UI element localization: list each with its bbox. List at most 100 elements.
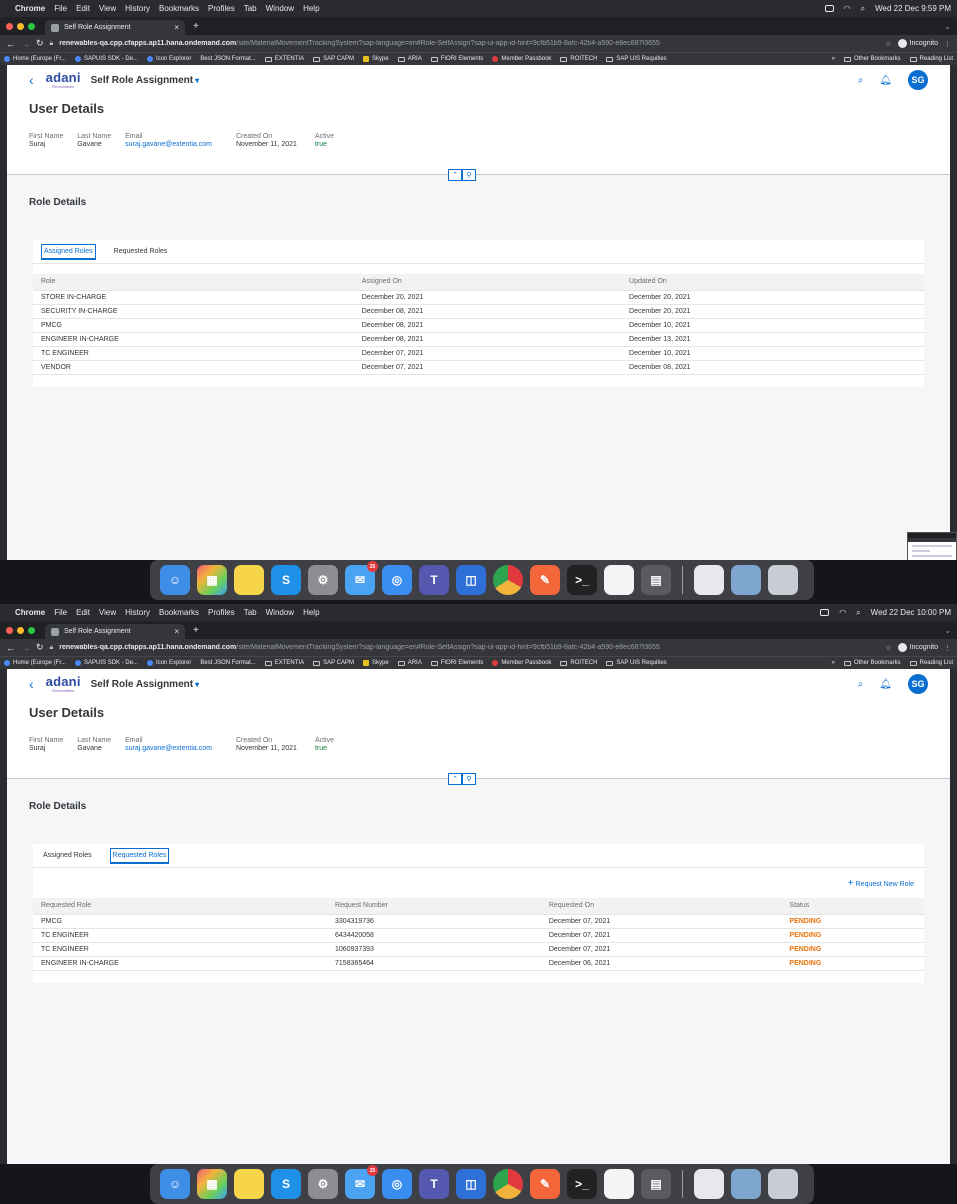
reading-list[interactable]: Reading List bbox=[909, 56, 953, 62]
bookmark-folder[interactable]: FIORI Elements bbox=[430, 56, 483, 62]
tab-requested-roles[interactable]: Requested Roles bbox=[112, 245, 170, 258]
trash-icon[interactable] bbox=[768, 565, 798, 595]
launchpad-icon[interactable]: ▦ bbox=[197, 565, 227, 595]
more-icon[interactable]: ⋮ bbox=[944, 40, 951, 48]
search-icon[interactable]: ⌕ bbox=[858, 75, 864, 86]
back-nav-icon[interactable]: ‹ bbox=[29, 676, 34, 692]
clock[interactable]: Wed 22 Dec 9:59 PM bbox=[875, 4, 951, 13]
back-icon[interactable]: ← bbox=[6, 39, 15, 49]
browser-tab[interactable]: Self Role Assignment × bbox=[45, 20, 185, 35]
menu-file[interactable]: File bbox=[54, 4, 67, 13]
menu-profiles[interactable]: Profiles bbox=[208, 4, 235, 13]
new-tab-button[interactable]: + bbox=[193, 21, 199, 32]
menu-window[interactable]: Window bbox=[266, 608, 294, 617]
calculator-icon[interactable]: ▤ bbox=[641, 565, 671, 595]
notification-bell-icon[interactable]: 🔔︎ bbox=[879, 679, 892, 690]
menu-file[interactable]: File bbox=[54, 608, 67, 617]
postman-icon[interactable]: ✎ bbox=[530, 1169, 560, 1199]
bookmark-folder[interactable]: ROITECH bbox=[560, 56, 597, 62]
terminal-icon[interactable]: >_ bbox=[567, 1169, 597, 1199]
menu-edit[interactable]: Edit bbox=[76, 608, 90, 617]
calculator-icon[interactable]: ▤ bbox=[641, 1169, 671, 1199]
table-row[interactable]: TC ENGINEER December 07, 2021 December 10,… bbox=[33, 346, 924, 361]
menu-chrome[interactable]: Chrome bbox=[15, 608, 45, 617]
mail-icon[interactable]: ✉ 25 bbox=[345, 561, 378, 595]
finder-icon[interactable]: ☺ bbox=[160, 565, 190, 595]
teams-icon[interactable]: T bbox=[419, 565, 449, 595]
collapse-header-icon[interactable]: ⌃ bbox=[448, 773, 462, 785]
bookmark-folder[interactable]: SAP UIS Requities bbox=[606, 56, 667, 62]
url-field[interactable]: renewables-qa.cpp.cfapps.ap11.hana.ondem… bbox=[59, 40, 879, 47]
table-row[interactable]: VENDOR December 07, 2021 December 08, 2021 bbox=[33, 360, 924, 375]
menu-help[interactable]: Help bbox=[303, 4, 319, 13]
back-nav-icon[interactable]: ‹ bbox=[29, 72, 34, 88]
bookmark-folder[interactable]: ARIA bbox=[397, 660, 422, 666]
bookmark-item[interactable]: Skype bbox=[363, 56, 389, 62]
bookmark-folder[interactable]: EXTENTIA bbox=[264, 660, 304, 666]
preview-document-icon[interactable] bbox=[694, 1169, 724, 1199]
virtual-machine-icon[interactable]: ◫ bbox=[456, 1169, 486, 1199]
lock-icon[interactable]: 🔒︎ bbox=[50, 40, 54, 48]
bookmark-item[interactable]: Member Passbook bbox=[492, 660, 551, 666]
virtual-machine-icon[interactable]: ◫ bbox=[456, 565, 486, 595]
preview-document-icon[interactable] bbox=[694, 565, 724, 595]
other-bookmarks[interactable]: Other Bookmarks bbox=[843, 56, 901, 62]
pin-header-icon[interactable]: ⚲ bbox=[462, 169, 476, 181]
tab-requested-roles[interactable]: Requested Roles bbox=[109, 847, 170, 864]
zoom-window-button[interactable] bbox=[28, 22, 35, 30]
table-row[interactable]: STORE IN-CHARGE December 20, 2021 December… bbox=[33, 290, 924, 305]
reload-icon[interactable]: ↻ bbox=[36, 38, 44, 49]
clock[interactable]: Wed 22 Dec 10:00 PM bbox=[871, 608, 951, 617]
tab-assigned-roles[interactable]: Assigned Roles bbox=[41, 849, 94, 862]
minimize-window-button[interactable] bbox=[17, 626, 24, 634]
bookmark-star-icon[interactable]: ☆ bbox=[885, 644, 891, 652]
more-icon[interactable]: ⋮ bbox=[944, 644, 951, 652]
bookmark-folder[interactable]: SAP UIS Requities bbox=[606, 660, 667, 666]
table-row[interactable]: PMCG 3304319736 December 07, 2021 PENDING bbox=[33, 914, 924, 929]
menu-view[interactable]: View bbox=[99, 608, 116, 617]
menu-history[interactable]: History bbox=[125, 608, 150, 617]
table-row[interactable]: ENGINEER IN-CHARGE December 08, 2021 Decem… bbox=[33, 332, 924, 347]
table-row[interactable]: PMCG December 08, 2021 December 10, 2021 bbox=[33, 318, 924, 333]
skype-icon[interactable]: S bbox=[271, 565, 301, 595]
collapse-header-icon[interactable]: ⌃ bbox=[448, 169, 462, 181]
pin-header-icon[interactable]: ⚲ bbox=[462, 773, 476, 785]
skype-icon[interactable]: S bbox=[271, 1169, 301, 1199]
url-field[interactable]: renewables-qa.cpp.cfapps.ap11.hana.ondem… bbox=[59, 644, 879, 651]
browser-tab[interactable]: Self Role Assignment × bbox=[45, 624, 185, 639]
bookmark-folder[interactable]: ARIA bbox=[397, 56, 422, 62]
table-row[interactable]: ENGINEER IN-CHARGE 7158365464 December 06,… bbox=[33, 956, 924, 971]
wifi-icon[interactable]: ◠ bbox=[844, 4, 851, 13]
trash-icon[interactable] bbox=[768, 1169, 798, 1199]
menu-history[interactable]: History bbox=[125, 4, 150, 13]
back-icon[interactable]: ← bbox=[6, 643, 15, 653]
reading-list[interactable]: Reading List bbox=[909, 660, 953, 666]
bookmark-item[interactable]: Home (Europe (Fr... bbox=[4, 660, 66, 666]
bookmark-item[interactable]: Icon Explorer bbox=[147, 660, 191, 666]
system-preferences-icon[interactable]: ⚙ bbox=[308, 565, 338, 595]
search-icon[interactable]: ⌕ bbox=[858, 679, 864, 690]
close-window-button[interactable] bbox=[6, 22, 13, 30]
bookmark-folder[interactable]: EXTENTIA bbox=[264, 56, 304, 62]
menu-profiles[interactable]: Profiles bbox=[208, 608, 235, 617]
menu-help[interactable]: Help bbox=[303, 608, 319, 617]
chrome-icon[interactable] bbox=[493, 565, 523, 595]
tab-search-icon[interactable]: ⌄ bbox=[944, 22, 951, 31]
menu-tab[interactable]: Tab bbox=[244, 608, 257, 617]
table-row[interactable]: TC ENGINEER 1060937393 December 07, 2021 PE… bbox=[33, 942, 924, 957]
menu-view[interactable]: View bbox=[99, 4, 116, 13]
menu-chrome[interactable]: Chrome bbox=[15, 4, 45, 13]
close-tab-icon[interactable]: × bbox=[174, 23, 179, 32]
postman-icon[interactable]: ✎ bbox=[530, 565, 560, 595]
notification-bell-icon[interactable]: 🔔︎ bbox=[879, 75, 892, 86]
table-row[interactable]: TC ENGINEER 6434420058 December 07, 2021 PE… bbox=[33, 928, 924, 943]
teams-icon[interactable]: T bbox=[419, 1169, 449, 1199]
app-title-menu[interactable]: Self Role Assignment ▾ bbox=[91, 679, 199, 690]
bookmarks-overflow-icon[interactable]: » bbox=[832, 660, 835, 666]
mail-icon[interactable]: ✉ 25 bbox=[345, 1165, 378, 1199]
table-row[interactable]: SECURITY IN-CHARGE December 08, 2021 Decem… bbox=[33, 304, 924, 319]
launchpad-icon[interactable]: ▦ bbox=[197, 1169, 227, 1199]
bookmark-item[interactable]: Best JSON Format... bbox=[200, 56, 255, 62]
battery-icon[interactable] bbox=[824, 5, 834, 12]
zoom-window-button[interactable] bbox=[28, 626, 35, 634]
